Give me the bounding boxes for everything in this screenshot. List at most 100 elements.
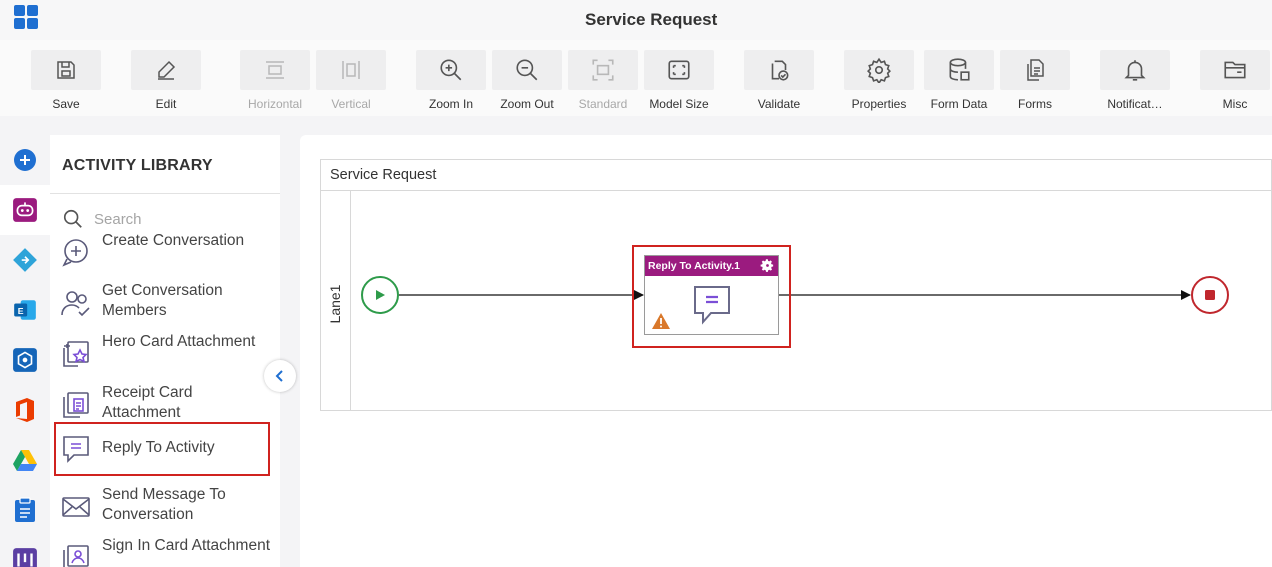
horizontal-button[interactable]: Horizontal [240, 50, 310, 116]
activity-label: Get Conversation Members [102, 282, 223, 319]
warning-icon [652, 313, 670, 329]
stop-icon [1205, 290, 1215, 300]
activity-send-message-to-conversation[interactable]: Send Message To Conversation [50, 481, 280, 531]
vertical-label: Vertical [331, 97, 371, 111]
clipboard-icon [15, 497, 35, 522]
sign-in-card-icon [63, 545, 89, 567]
reply-icon [694, 286, 730, 325]
reply-icon [63, 436, 89, 463]
activity-hero-card-attachment[interactable]: Hero Card Attachment [50, 328, 280, 378]
activity-reply-to-activity[interactable]: Reply To Activity [54, 422, 270, 476]
svg-text:E: E [18, 306, 24, 316]
activity-list: Create Conversation Get Conversation Mem… [50, 233, 280, 567]
zoom-in-label: Zoom In [428, 97, 473, 111]
validate-icon [744, 50, 814, 90]
model-size-label: Model Size [649, 97, 709, 111]
forms-button[interactable]: Forms [1000, 50, 1070, 116]
notifications-label: Notificat… [1107, 97, 1163, 111]
azure-devops-icon [13, 248, 37, 272]
task-header: Reply To Activity.1 [645, 256, 778, 276]
search-placeholder: Search [94, 210, 142, 228]
activity-label: Sign In Card Attachment [102, 537, 271, 554]
rail-add-button[interactable] [0, 135, 50, 185]
edit-icon [131, 50, 201, 90]
library-search-input[interactable]: Search [62, 205, 272, 233]
forms-label: Forms [1018, 97, 1052, 111]
hero-card-icon [63, 341, 89, 367]
lane-header[interactable]: Lane1 [321, 191, 351, 411]
task-reply-to-activity[interactable]: Reply To Activity.1 [644, 255, 779, 335]
horizontal-layout-icon [240, 50, 310, 90]
activity-sign-in-card-attachment[interactable]: Sign In Card Attachment [50, 532, 280, 567]
create-conversation-icon [62, 239, 88, 267]
model-size-icon [644, 50, 714, 90]
left-rail: E [0, 135, 50, 567]
edit-button[interactable]: Edit [131, 50, 201, 116]
rail-bot-button[interactable] [0, 185, 50, 235]
activity-create-conversation[interactable]: Create Conversation [50, 233, 280, 277]
zoom-out-button[interactable]: Zoom Out [492, 50, 562, 116]
title-bar: Service Request [0, 0, 1272, 40]
activity-get-conversation-members[interactable]: Get Conversation Members [50, 277, 280, 327]
vertical-layout-icon [316, 50, 386, 90]
gear-icon [844, 50, 914, 90]
save-label: Save [52, 97, 80, 111]
zoom-in-button[interactable]: Zoom In [416, 50, 486, 116]
receipt-card-icon [63, 392, 89, 418]
toolbar: Save Edit Horizontal Vertical Zoom In Zo… [0, 40, 1272, 116]
rail-exchange-button[interactable]: E [0, 285, 50, 335]
notifications-button[interactable]: Notificat… [1100, 50, 1170, 116]
start-event[interactable] [361, 276, 399, 314]
vertical-button[interactable]: Vertical [316, 50, 386, 116]
pool-header: Service Request [321, 160, 1271, 191]
collapse-panel-button[interactable] [264, 360, 296, 392]
kanban-icon [13, 548, 37, 567]
rail-service-button[interactable] [0, 335, 50, 385]
conversation-members-icon [61, 291, 90, 317]
rail-clipboard-button[interactable] [0, 485, 50, 535]
task-title: Reply To Activity.1 [648, 260, 740, 272]
bot-icon [13, 198, 37, 222]
hexagon-service-icon [13, 348, 37, 372]
pool-title: Service Request [330, 167, 437, 183]
zoom-in-icon [416, 50, 486, 90]
activity-label: Create Conversation [102, 233, 245, 249]
exchange-icon: E [14, 300, 36, 320]
misc-label: Misc [1222, 97, 1248, 111]
search-icon [63, 209, 82, 228]
add-icon [14, 149, 36, 171]
activity-library-title: ACTIVITY LIBRARY [62, 157, 213, 174]
rail-office-button[interactable] [0, 385, 50, 435]
save-button[interactable]: Save [31, 50, 101, 116]
form-data-button[interactable]: Form Data [924, 50, 994, 116]
horizontal-label: Horizontal [247, 97, 303, 111]
activity-label: Receipt Card Attachment [102, 384, 193, 421]
misc-button[interactable]: Misc [1200, 50, 1270, 116]
edit-label: Edit [155, 97, 177, 111]
database-icon [924, 50, 994, 90]
end-event[interactable] [1191, 276, 1229, 314]
save-icon [31, 50, 101, 90]
activity-label: Hero Card Attachment [102, 333, 256, 350]
model-size-button[interactable]: Model Size [644, 50, 714, 116]
rail-devops-button[interactable] [0, 235, 50, 285]
send-message-icon [62, 497, 90, 517]
zoom-out-label: Zoom Out [500, 97, 554, 111]
gear-icon[interactable] [760, 258, 775, 273]
folder-icon [1200, 50, 1270, 90]
rail-drive-button[interactable] [0, 435, 50, 485]
properties-button[interactable]: Properties [844, 50, 914, 116]
standard-button[interactable]: Standard [568, 50, 638, 116]
activity-library-panel: ACTIVITY LIBRARY Search Create Conversat… [50, 135, 280, 567]
pool[interactable]: Service Request Lane1 [320, 159, 1272, 411]
google-drive-icon [13, 450, 37, 471]
rail-kanban-button[interactable] [0, 535, 50, 567]
app-root: Service Request Save Edit Horizontal Ver… [0, 0, 1272, 567]
play-icon [376, 290, 385, 300]
chevron-left-icon [275, 370, 283, 382]
activity-label: Send Message To Conversation [102, 486, 226, 523]
validate-label: Validate [757, 97, 801, 111]
validate-button[interactable]: Validate [744, 50, 814, 116]
properties-label: Properties [851, 97, 907, 111]
standard-size-icon [568, 50, 638, 90]
